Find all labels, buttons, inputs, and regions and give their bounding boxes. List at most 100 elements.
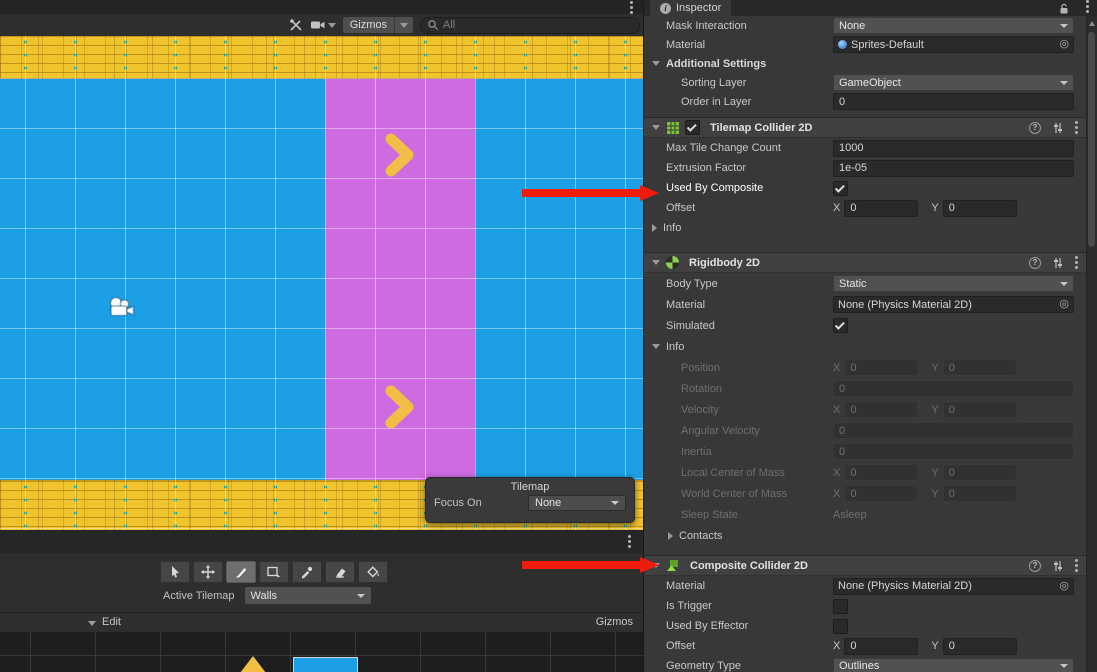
order-in-layer-field[interactable]: 0 [833, 93, 1074, 110]
object-picker-icon[interactable]: ◎ [1059, 299, 1069, 310]
box-fill-icon [266, 565, 282, 579]
focus-on-label: Focus On [434, 497, 482, 509]
position-label: Position [681, 362, 833, 374]
rigidbody-info-foldout[interactable]: Info [644, 336, 1086, 357]
scene-search-input[interactable]: All [420, 17, 640, 34]
material-thumbnail-icon [838, 40, 847, 49]
velocity-x-field: 0 [844, 401, 918, 418]
presets-icon[interactable] [1052, 560, 1064, 572]
world-com-y-field: 0 [943, 485, 1017, 502]
body-type-dropdown[interactable]: Static [833, 275, 1074, 292]
material-label: Material [666, 39, 833, 51]
mask-interaction-dropdown[interactable]: None [833, 17, 1074, 34]
arrow-tile-sprite[interactable] [379, 131, 421, 179]
cc-offset-x-field[interactable]: 0 [844, 638, 918, 655]
scroll-up-icon[interactable] [1089, 21, 1095, 26]
used-by-composite-label: Used By Composite [666, 182, 833, 194]
tile-palette-grid[interactable] [0, 632, 643, 672]
presets-icon[interactable] [1052, 257, 1064, 269]
cc-material-object-field[interactable]: None (Physics Material 2D) ◎ [833, 578, 1074, 595]
rb-material-object-field[interactable]: None (Physics Material 2D) ◎ [833, 296, 1074, 313]
object-picker-icon[interactable]: ◎ [1059, 581, 1069, 592]
tool-picker-button[interactable] [292, 561, 322, 583]
tab-inspector[interactable]: i Inspector [650, 0, 731, 16]
additional-settings-foldout[interactable]: Additional Settings [644, 54, 1086, 73]
scene-camera-dropdown[interactable] [310, 19, 336, 31]
offset-y-field[interactable]: 0 [943, 200, 1017, 217]
cc-offset-label: Offset [666, 640, 833, 652]
palette-menu-kebab-icon[interactable] [628, 540, 631, 543]
component-kebab-icon[interactable] [1075, 126, 1078, 129]
help-icon[interactable]: ? [1029, 122, 1041, 134]
max-tile-change-count-field[interactable]: 1000 [833, 140, 1074, 157]
angular-velocity-field: 0 [833, 422, 1074, 439]
component-enabled-checkbox[interactable] [685, 120, 700, 135]
geometry-type-dropdown[interactable]: Outlines [833, 658, 1074, 672]
search-placeholder: All [443, 19, 455, 31]
chevron-down-icon [1060, 24, 1068, 28]
grid-line [0, 655, 643, 656]
offset-x-field[interactable]: 0 [844, 200, 918, 217]
focus-on-dropdown[interactable]: None [528, 495, 626, 511]
chevron-down-icon[interactable] [88, 621, 96, 626]
velocity-label: Velocity [681, 404, 833, 416]
help-icon[interactable]: ? [1029, 257, 1041, 269]
contacts-foldout[interactable]: Contacts [644, 525, 1086, 546]
composite-collider-header[interactable]: Composite Collider 2D ? [644, 555, 1086, 576]
component-kebab-icon[interactable] [1075, 564, 1078, 567]
tool-settings-icon[interactable] [289, 18, 303, 32]
camera-gizmo-icon[interactable] [106, 294, 138, 325]
tilemap-overlay-title: Tilemap [426, 478, 634, 495]
presets-icon[interactable] [1052, 122, 1064, 134]
scrollbar-thumb[interactable] [1088, 32, 1095, 247]
tilemap-collider-header[interactable]: Tilemap Collider 2D ? [644, 117, 1086, 138]
simulated-checkbox[interactable] [833, 318, 848, 333]
extrusion-factor-field[interactable]: 1e-05 [833, 160, 1074, 177]
sorting-layer-dropdown[interactable]: GameObject [833, 74, 1074, 91]
composite-collider-icon [666, 559, 680, 572]
palette-arrow-tile[interactable] [240, 656, 266, 672]
inspector-tab-bar: i Inspector [644, 0, 1097, 16]
material-object-field[interactable]: Sprites-Default ◎ [833, 36, 1074, 53]
used-by-effector-checkbox[interactable] [833, 619, 848, 634]
scene-view-canvas[interactable] [0, 36, 643, 530]
info-label: Info [663, 222, 681, 234]
palette-edit-bar: Edit Gizmos [0, 612, 643, 632]
tool-brush-button[interactable] [226, 561, 256, 583]
cursor-icon [167, 565, 183, 579]
tool-select-button[interactable] [160, 561, 190, 583]
sleep-state-value: Asleep [833, 509, 867, 521]
cc-offset-y-field[interactable]: 0 [943, 638, 1017, 655]
arrow-tile-sprite[interactable] [379, 383, 421, 431]
tool-fill-button[interactable] [358, 561, 388, 583]
foldout-open-icon[interactable] [652, 260, 660, 265]
active-tilemap-dropdown[interactable]: Walls [245, 587, 371, 604]
rb-material-label: Material [666, 299, 833, 311]
edit-button[interactable]: Edit [102, 616, 121, 628]
tool-move-button[interactable] [193, 561, 223, 583]
sprite-renderer-section: Mask Interaction None Material Sprites-D… [644, 16, 1086, 111]
palette-selected-tile[interactable] [293, 657, 358, 672]
camera-icon [310, 19, 326, 31]
rotation-label: Rotation [681, 383, 833, 395]
body-type-label: Body Type [666, 278, 833, 290]
tilemap-collider-info-foldout[interactable]: Info [644, 218, 1086, 238]
paint-bucket-icon [365, 565, 381, 579]
object-picker-icon[interactable]: ◎ [1059, 39, 1069, 50]
rigidbody-header[interactable]: Rigidbody 2D ? [644, 252, 1086, 273]
scene-tab-strip [0, 0, 643, 14]
palette-gizmos-button[interactable]: Gizmos [596, 616, 633, 628]
used-by-composite-checkbox[interactable] [833, 181, 848, 196]
chevron-down-icon [1060, 282, 1068, 286]
extrusion-factor-label: Extrusion Factor [666, 162, 833, 174]
foldout-open-icon[interactable] [652, 125, 660, 130]
inspector-menu-kebab-icon[interactable] [1086, 5, 1089, 8]
help-icon[interactable]: ? [1029, 560, 1041, 572]
is-trigger-checkbox[interactable] [833, 599, 848, 614]
gizmos-button[interactable]: Gizmos [343, 17, 413, 33]
scene-menu-kebab-icon[interactable] [630, 6, 633, 9]
tool-box-fill-button[interactable] [259, 561, 289, 583]
component-kebab-icon[interactable] [1075, 261, 1078, 264]
tool-eraser-button[interactable] [325, 561, 355, 583]
inspector-scrollbar[interactable] [1086, 16, 1097, 672]
